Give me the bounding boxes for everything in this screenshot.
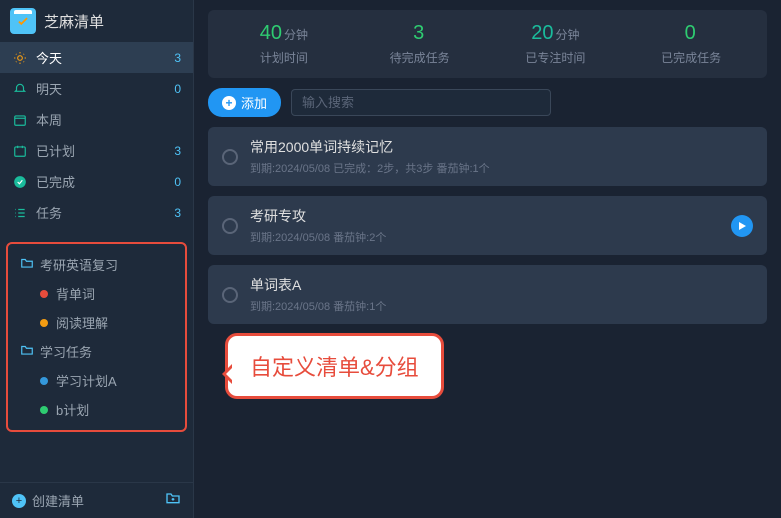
nav-tasks[interactable]: 任务 3 bbox=[0, 197, 193, 228]
dot-icon bbox=[40, 377, 48, 385]
stat-label: 待完成任务 bbox=[352, 49, 488, 66]
nav-count: 0 bbox=[174, 175, 181, 189]
custom-lists-section: 考研英语复习 背单词 阅读理解 学习任务 学习计划A b计划 bbox=[0, 236, 193, 482]
stat-value: 20 bbox=[531, 22, 553, 44]
list-item[interactable]: b计划 bbox=[12, 395, 181, 424]
create-list-button[interactable]: + 创建清单 bbox=[12, 491, 84, 510]
task-radio[interactable] bbox=[222, 287, 238, 303]
dot-icon bbox=[40, 406, 48, 414]
create-list-label: 创建清单 bbox=[32, 491, 84, 510]
annotation-callout: 自定义清单&分组 bbox=[225, 333, 444, 399]
dot-icon bbox=[40, 319, 48, 327]
stats-panel: 40分钟 计划时间 3 待完成任务 20分钟 已专注时间 0 已完成任务 bbox=[208, 10, 767, 78]
stat-unit: 分钟 bbox=[284, 28, 308, 42]
list-label: 阅读理解 bbox=[56, 313, 108, 332]
nav-list: 今天 3 明天 0 本周 已计划 3 已完成 0 bbox=[0, 42, 193, 228]
list-item[interactable]: 学习计划A bbox=[12, 366, 181, 395]
nav-tomorrow[interactable]: 明天 0 bbox=[0, 73, 193, 104]
stat-label: 计划时间 bbox=[216, 49, 352, 66]
sidebar-footer: + 创建清单 bbox=[0, 482, 193, 518]
stat-label: 已完成任务 bbox=[623, 49, 759, 66]
search-input[interactable] bbox=[291, 89, 551, 116]
task-radio[interactable] bbox=[222, 218, 238, 234]
folder-item[interactable]: 考研英语复习 bbox=[12, 250, 181, 279]
nav-week[interactable]: 本周 bbox=[0, 104, 193, 135]
task-meta: 到期:2024/05/08 已完成：2步，共3步 番茄钟:1个 bbox=[250, 160, 753, 176]
sun-icon bbox=[12, 50, 28, 66]
task-meta: 到期:2024/05/08 番茄钟:2个 bbox=[250, 229, 719, 245]
bell-icon bbox=[12, 81, 28, 97]
add-label: 添加 bbox=[241, 93, 267, 112]
list-label: b计划 bbox=[56, 400, 89, 419]
folder-icon bbox=[20, 344, 34, 359]
app-title: 芝麻清单 bbox=[44, 11, 104, 32]
list-item[interactable]: 背单词 bbox=[12, 279, 181, 308]
task-meta: 到期:2024/05/08 番茄钟:1个 bbox=[250, 298, 753, 314]
stat-done: 0 已完成任务 bbox=[623, 22, 759, 66]
nav-count: 0 bbox=[174, 82, 181, 96]
nav-planned[interactable]: 已计划 3 bbox=[0, 135, 193, 166]
list-label: 背单词 bbox=[56, 284, 95, 303]
nav-done[interactable]: 已完成 0 bbox=[0, 166, 193, 197]
nav-label: 任务 bbox=[36, 203, 62, 222]
calendar-icon bbox=[12, 112, 28, 128]
list-label: 学习计划A bbox=[56, 371, 117, 390]
stat-unit: 分钟 bbox=[555, 28, 579, 42]
stat-value: 0 bbox=[685, 22, 696, 44]
plus-icon: + bbox=[222, 96, 236, 110]
nav-count: 3 bbox=[174, 144, 181, 158]
app-header: 芝麻清单 bbox=[0, 0, 193, 42]
task-title: 常用2000单词持续记忆 bbox=[250, 137, 753, 157]
task-body: 常用2000单词持续记忆 到期:2024/05/08 已完成：2步，共3步 番茄… bbox=[250, 137, 753, 176]
sidebar: 芝麻清单 今天 3 明天 0 本周 已计划 3 bbox=[0, 0, 194, 518]
task-title: 考研专攻 bbox=[250, 206, 719, 226]
nav-count: 3 bbox=[174, 206, 181, 220]
nav-count: 3 bbox=[174, 51, 181, 65]
task-body: 单词表A 到期:2024/05/08 番茄钟:1个 bbox=[250, 275, 753, 314]
task-item[interactable]: 考研专攻 到期:2024/05/08 番茄钟:2个 bbox=[208, 196, 767, 255]
stat-value: 40 bbox=[260, 22, 282, 44]
list-item[interactable]: 阅读理解 bbox=[12, 308, 181, 337]
nav-today[interactable]: 今天 3 bbox=[0, 42, 193, 73]
task-title: 单词表A bbox=[250, 275, 753, 295]
main-panel: 40分钟 计划时间 3 待完成任务 20分钟 已专注时间 0 已完成任务 + 添… bbox=[194, 0, 781, 518]
folder-item[interactable]: 学习任务 bbox=[12, 337, 181, 366]
folder-label: 考研英语复习 bbox=[40, 255, 118, 274]
stat-focus-time: 20分钟 已专注时间 bbox=[488, 22, 624, 66]
nav-label: 已完成 bbox=[36, 172, 75, 191]
nav-label: 今天 bbox=[36, 48, 62, 67]
stat-value: 3 bbox=[413, 22, 424, 44]
check-icon bbox=[12, 174, 28, 190]
list-icon bbox=[12, 205, 28, 221]
dot-icon bbox=[40, 290, 48, 298]
task-radio[interactable] bbox=[222, 149, 238, 165]
app-logo-icon bbox=[10, 8, 36, 34]
stat-label: 已专注时间 bbox=[488, 49, 624, 66]
folder-label: 学习任务 bbox=[40, 342, 92, 361]
folder-icon bbox=[20, 257, 34, 272]
nav-label: 明天 bbox=[36, 79, 62, 98]
add-button[interactable]: + 添加 bbox=[208, 88, 281, 117]
task-body: 考研专攻 到期:2024/05/08 番茄钟:2个 bbox=[250, 206, 719, 245]
plus-icon: + bbox=[12, 494, 26, 508]
stat-pending: 3 待完成任务 bbox=[352, 22, 488, 66]
calendar2-icon bbox=[12, 143, 28, 159]
toolbar: + 添加 bbox=[208, 88, 767, 117]
folder-add-icon[interactable] bbox=[165, 491, 181, 510]
task-item[interactable]: 常用2000单词持续记忆 到期:2024/05/08 已完成：2步，共3步 番茄… bbox=[208, 127, 767, 186]
nav-label: 已计划 bbox=[36, 141, 75, 160]
custom-lists-highlight: 考研英语复习 背单词 阅读理解 学习任务 学习计划A b计划 bbox=[6, 242, 187, 432]
nav-label: 本周 bbox=[36, 110, 62, 129]
stat-plan-time: 40分钟 计划时间 bbox=[216, 22, 352, 66]
play-button[interactable] bbox=[731, 215, 753, 237]
task-item[interactable]: 单词表A 到期:2024/05/08 番茄钟:1个 bbox=[208, 265, 767, 324]
